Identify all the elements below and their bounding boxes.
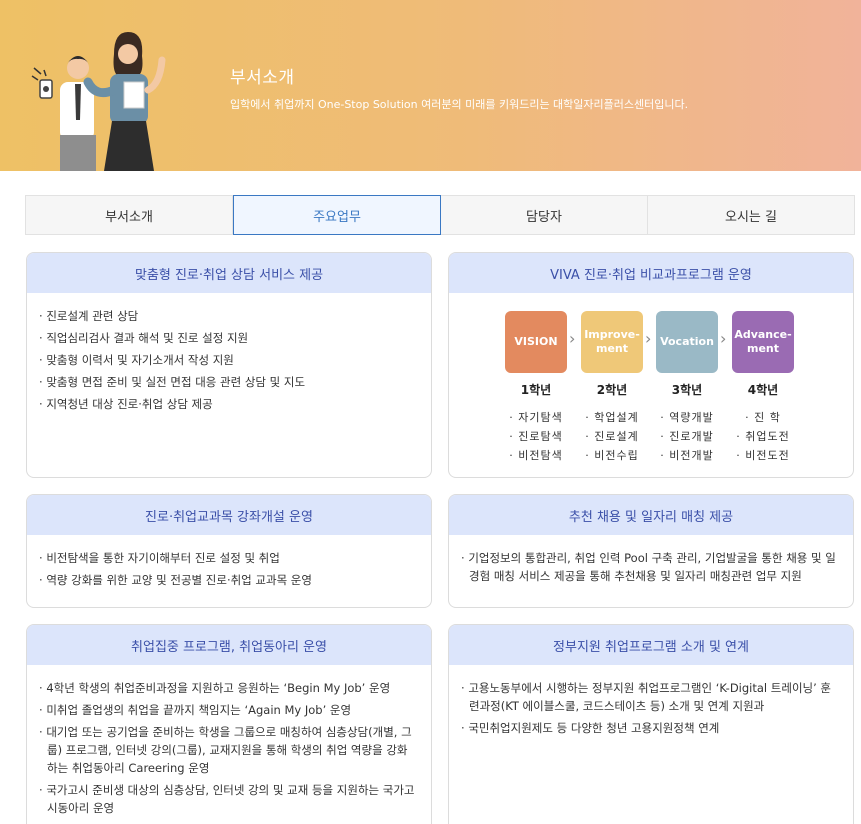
step-year: 1학년 — [520, 383, 552, 397]
staff-illustration — [31, 32, 166, 171]
card-title: 맞춤형 진로·취업 상담 서비스 제공 — [27, 253, 431, 293]
list-item: 비전탐색을 통한 자기이해부터 진로 설정 및 취업 — [39, 549, 417, 567]
step-year: 3학년 — [671, 383, 703, 397]
card-intensive-program: 취업집중 프로그램, 취업동아리 운영 4학년 학생의 취업준비과정을 지원하고… — [26, 624, 432, 824]
list-item: 맞춤형 이력서 및 자기소개서 작성 지원 — [39, 351, 417, 369]
card-government-program: 정부지원 취업프로그램 소개 및 연계 고용노동부에서 시행하는 정부지원 취업… — [448, 624, 854, 824]
card-title: 정부지원 취업프로그램 소개 및 연계 — [449, 625, 853, 665]
list-item: 역량 강화를 위한 교양 및 전공별 진로·취업 교과목 운영 — [39, 571, 417, 589]
step-year: 2학년 — [596, 383, 628, 397]
step-vocation: Vocation 3학년 역량개발 진로개발 비전개발 — [656, 311, 718, 465]
step-improvement: Improve-ment 2학년 학업설계 진로설계 비전수립 — [581, 311, 643, 465]
duty-list: 비전탐색을 통한 자기이해부터 진로 설정 및 취업 역량 강화를 위한 교양 … — [39, 549, 417, 589]
page-subtitle: 입학에서 취업까지 One-Stop Solution 여러분의 미래를 키워드… — [230, 98, 689, 111]
list-item: 미취업 졸업생의 취업을 끝까지 책임지는 ‘Again My Job’ 운영 — [39, 701, 417, 719]
step-badge: Improve-ment — [581, 311, 643, 373]
step-item: 진로탐색 — [505, 427, 567, 446]
step-item: 취업도전 — [732, 427, 794, 446]
hero-banner: 부서소개 입학에서 취업까지 One-Stop Solution 여러분의 미래… — [0, 0, 861, 171]
step-item: 진 학 — [732, 408, 794, 427]
tab-directions[interactable]: 오시는 길 — [648, 196, 854, 234]
duty-list: 고용노동부에서 시행하는 정부지원 취업프로그램인 ‘K-Digital 트레이… — [461, 679, 839, 737]
step-advancement: Advance-ment 4학년 진 학 취업도전 비전도전 — [732, 311, 794, 465]
step-badge: Advance-ment — [732, 311, 794, 373]
step-year: 4학년 — [747, 383, 779, 397]
chevron-right-icon: › — [569, 329, 576, 348]
tab-main-duties[interactable]: 주요업무 — [233, 195, 441, 235]
tab-staff[interactable]: 담당자 — [441, 196, 648, 234]
card-title: 추천 채용 및 일자리 매칭 제공 — [449, 495, 853, 535]
list-item: 4학년 학생의 취업준비과정을 지원하고 응원하는 ‘Begin My Job’… — [39, 679, 417, 697]
list-item: 맞춤형 면접 준비 및 실전 면접 대응 관련 상담 및 지도 — [39, 373, 417, 391]
list-item: 직업심리검사 결과 해석 및 진로 설정 지원 — [39, 329, 417, 347]
duty-list: 4학년 학생의 취업준비과정을 지원하고 응원하는 ‘Begin My Job’… — [39, 679, 417, 817]
list-item: 지역청년 대상 진로·취업 상담 제공 — [39, 395, 417, 413]
step-item: 진로개발 — [656, 427, 718, 446]
card-courses: 진로·취업교과목 강좌개설 운영 비전탐색을 통한 자기이해부터 진로 설정 및… — [26, 494, 432, 608]
list-item: 국민취업지원제도 등 다양한 청년 고용지원정책 연계 — [461, 719, 839, 737]
card-job-matching: 추천 채용 및 일자리 매칭 제공 기업정보의 통합관리, 취업 인력 Pool… — [448, 494, 854, 608]
page-title: 부서소개 — [230, 68, 295, 88]
step-item: 비전탐색 — [505, 446, 567, 465]
card-viva-program: VIVA 진로·취업 비교과프로그램 운영 VISION 1학년 자기탐색 진로… — [448, 252, 854, 478]
step-badge: VISION — [505, 311, 567, 373]
list-item: 대기업 또는 공기업을 준비하는 학생을 그룹으로 매칭하여 심층상담(개별, … — [39, 723, 417, 777]
list-item: 국가고시 준비생 대상의 심층상담, 인터넷 강의 및 교재 등을 지원하는 국… — [39, 781, 417, 817]
card-counseling: 맞춤형 진로·취업 상담 서비스 제공 진로설계 관련 상담 직업심리검사 결과… — [26, 252, 432, 478]
chevron-right-icon: › — [720, 329, 727, 348]
card-title: 진로·취업교과목 강좌개설 운영 — [27, 495, 431, 535]
card-title: 취업집중 프로그램, 취업동아리 운영 — [27, 625, 431, 665]
list-item: 고용노동부에서 시행하는 정부지원 취업프로그램인 ‘K-Digital 트레이… — [461, 679, 839, 715]
duty-list: 기업정보의 통합관리, 취업 인력 Pool 구축 관리, 기업발굴을 통한 채… — [461, 549, 839, 585]
viva-steps: VISION 1학년 자기탐색 진로탐색 비전탐색 › Improve-ment… — [449, 293, 853, 473]
list-item: 진로설계 관련 상담 — [39, 307, 417, 325]
step-item: 비전수립 — [581, 446, 643, 465]
step-item: 진로설계 — [581, 427, 643, 446]
step-item: 자기탐색 — [505, 408, 567, 427]
step-item: 비전도전 — [732, 446, 794, 465]
step-item: 비전개발 — [656, 446, 718, 465]
list-item: 기업정보의 통합관리, 취업 인력 Pool 구축 관리, 기업발굴을 통한 채… — [461, 549, 839, 585]
step-item: 역량개발 — [656, 408, 718, 427]
step-item: 학업설계 — [581, 408, 643, 427]
tab-department-intro[interactable]: 부서소개 — [26, 196, 233, 234]
step-vision: VISION 1학년 자기탐색 진로탐색 비전탐색 — [505, 311, 567, 465]
card-title: VIVA 진로·취업 비교과프로그램 운영 — [449, 253, 853, 293]
step-badge: Vocation — [656, 311, 718, 373]
duty-list: 진로설계 관련 상담 직업심리검사 결과 해석 및 진로 설정 지원 맞춤형 이… — [39, 307, 417, 413]
tab-bar: 부서소개 주요업무 담당자 오시는 길 — [25, 195, 855, 235]
